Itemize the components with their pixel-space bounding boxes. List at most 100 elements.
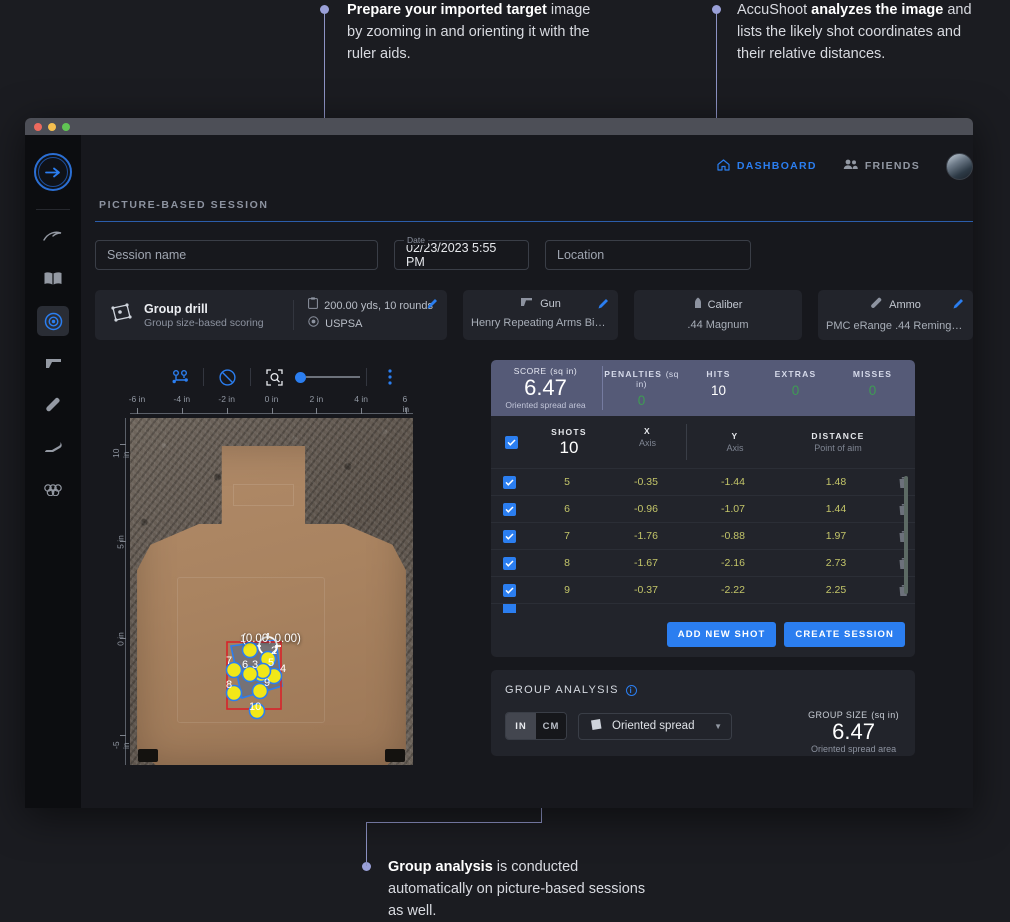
row-delete-icon[interactable]: [891, 584, 915, 597]
gun-card[interactable]: Gun Henry Repeating Arms Big Boy ...: [463, 290, 618, 340]
stat-value: 0: [868, 382, 877, 398]
row-checkbox[interactable]: [491, 556, 527, 570]
add-new-shot-button[interactable]: ADD NEW SHOT: [666, 622, 777, 647]
sidebar-item-library[interactable]: [37, 264, 69, 294]
sidebar-divider: [36, 209, 70, 210]
drill-distance-row: 200.00 yds, 10 rounds: [308, 297, 433, 315]
h-ruler-label: -6 in: [128, 394, 146, 404]
row-distance: 2.25: [825, 584, 847, 596]
callout-prepare: Prepare your imported target image by zo…: [347, 0, 602, 65]
row-checkbox[interactable]: [491, 583, 527, 597]
sidebar-item-trajectory[interactable]: [37, 222, 69, 252]
target-viewer[interactable]: -6 in-4 in-2 in0 in2 in4 in6 in 10 in5 i…: [105, 394, 475, 765]
session-name-placeholder: Session name: [107, 248, 187, 262]
table-row-partial[interactable]: [491, 603, 915, 613]
h-ruler-label: 0 in: [264, 394, 279, 404]
row-delete-icon[interactable]: [891, 557, 915, 570]
drill-distance: 200.00 yds, 10 rounds: [324, 299, 433, 312]
row-distance: 1.44: [825, 503, 847, 515]
ammo-card[interactable]: Ammo PMC eRange .44 Remington 24...: [818, 290, 973, 340]
callout-analyze: AccuShoot analyzes the image and lists t…: [737, 0, 982, 65]
unit-cm-button[interactable]: CM: [536, 713, 566, 739]
h-ruler-tick: [271, 408, 273, 414]
distance-header-label: DISTANCE: [811, 431, 865, 441]
app-logo-icon[interactable]: [34, 153, 72, 191]
ammo-icon: [870, 297, 883, 313]
zoom-slider-track[interactable]: [306, 376, 360, 378]
row-checkbox[interactable]: [491, 502, 527, 516]
checkbox-checked-icon: [502, 583, 516, 597]
stat-label: MISSES: [852, 368, 893, 379]
nav-friends[interactable]: FRIENDS: [843, 159, 920, 173]
nav-dashboard[interactable]: DASHBOARD: [717, 158, 817, 174]
drill-title: Group drill: [144, 301, 208, 316]
v-ruler-tick: [120, 735, 126, 736]
caliber-card[interactable]: Caliber .44 Magnum: [634, 290, 802, 340]
friends-icon: [843, 159, 858, 173]
shot-group-overlay[interactable]: 123 45678 910: [130, 418, 413, 765]
row-delete-icon[interactable]: [891, 476, 915, 489]
window-close-button[interactable]: [34, 122, 42, 131]
location-input[interactable]: Location: [545, 240, 751, 270]
analysis-pane: SCORE (sq in) 6.47 Oriented spread area …: [491, 360, 915, 756]
sidebar-item-guns[interactable]: [37, 348, 69, 378]
group-method-select[interactable]: Oriented spread ▼: [578, 712, 732, 740]
sidebar-item-groups[interactable]: [37, 474, 69, 504]
v-ruler-label: 0 in: [116, 632, 126, 646]
avatar[interactable]: [946, 152, 973, 180]
row-delete-icon[interactable]: [891, 530, 915, 543]
unit-toggle[interactable]: IN CM: [505, 712, 567, 740]
table-row[interactable]: 9 -0.37 -2.22 2.25: [491, 576, 915, 603]
table-row[interactable]: 5 -0.35 -1.44 1.48: [491, 468, 915, 495]
zoom-fit-icon[interactable]: [257, 363, 291, 391]
row-checkbox[interactable]: [491, 604, 527, 613]
shots-count: 10: [559, 437, 579, 457]
create-session-button[interactable]: CREATE SESSION: [784, 622, 905, 647]
unit-in-button[interactable]: IN: [506, 713, 536, 739]
window-maximize-button[interactable]: [62, 122, 70, 131]
drill-card[interactable]: Group drill Group size-based scoring 200…: [95, 290, 447, 340]
select-all-checkbox[interactable]: [493, 435, 529, 449]
row-checkbox[interactable]: [491, 475, 527, 489]
h-ruler-tick: [361, 408, 363, 414]
shots-column-header: SHOTS 10: [529, 427, 609, 458]
sidebar-item-scopes[interactable]: [37, 432, 69, 462]
row-y: -2.16: [721, 557, 745, 569]
more-options-icon[interactable]: [373, 363, 407, 391]
oriented-spread-icon: [588, 718, 603, 735]
group-size-readout: GROUP SIZE (sq in) 6.47 Oriented spread …: [808, 710, 899, 754]
row-distance: 1.48: [825, 476, 847, 488]
callout-line-group: [366, 822, 367, 866]
app-body: DASHBOARD FRIENDS PICTURE-BASED SESSION …: [25, 135, 973, 808]
group-analysis-title-text: GROUP ANALYSIS: [505, 684, 619, 696]
nav-dashboard-label: DASHBOARD: [736, 160, 817, 172]
session-name-input[interactable]: Session name: [95, 240, 378, 270]
table-row[interactable]: 6 -0.96 -1.07 1.44: [491, 495, 915, 522]
gun-card-head: Gun: [463, 297, 618, 310]
clear-icon[interactable]: [210, 363, 244, 391]
group-analysis-card: GROUP ANALYSIS i IN CM Oriented spread ▼…: [491, 670, 915, 756]
table-row[interactable]: 8 -1.67 -2.16 2.73: [491, 549, 915, 576]
table-scrollbar[interactable]: [904, 476, 908, 594]
row-y: -2.22: [721, 584, 745, 596]
row-checkbox[interactable]: [491, 529, 527, 543]
info-icon[interactable]: i: [625, 684, 637, 696]
ammo-label: Ammo: [889, 299, 921, 311]
gun-label: Gun: [540, 297, 561, 310]
row-delete-icon[interactable]: [891, 503, 915, 516]
edit-ammo-pencil-icon[interactable]: [952, 297, 964, 315]
zoom-slider-knob[interactable]: [295, 371, 306, 383]
target-image[interactable]: 1 2 3 4 5 6 7 8 9 10 (0.00, 0.00): [130, 418, 413, 765]
table-row[interactable]: 7 -1.76 -0.88 1.97: [491, 522, 915, 549]
caliber-icon: [694, 297, 702, 312]
stat-penalties: PENALTIES (sq in) 0: [603, 369, 680, 408]
edit-gun-pencil-icon[interactable]: [597, 297, 609, 315]
sidebar-item-sessions[interactable]: [37, 306, 69, 336]
home-icon: [717, 158, 730, 174]
sidebar-item-ammo[interactable]: [37, 390, 69, 420]
date-input[interactable]: Date 02/23/2023 5:55 PM: [394, 235, 529, 270]
zoom-slider[interactable]: [295, 371, 360, 383]
window-minimize-button[interactable]: [48, 122, 56, 131]
edit-drill-pencil-icon[interactable]: [426, 297, 438, 315]
detect-shots-icon[interactable]: [163, 363, 197, 391]
